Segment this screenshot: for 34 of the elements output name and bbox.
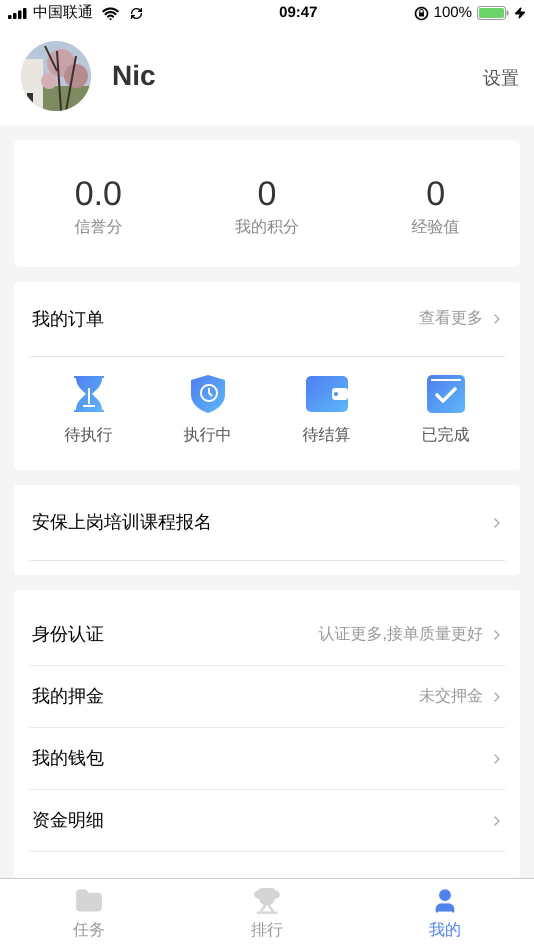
- shield-clock-icon: [190, 374, 224, 412]
- status-time: 09:47: [279, 2, 318, 23]
- order-status-button[interactable]: 待结算: [267, 357, 386, 470]
- settings-link[interactable]: 设置: [483, 65, 519, 92]
- training-row[interactable]: 安保上岗培训课程报名: [29, 485, 505, 561]
- trophy-icon: [253, 886, 281, 914]
- menu-row[interactable]: 我的钱包: [29, 728, 505, 790]
- menu-row[interactable]: 身份认证 认证更多,接单质量更好: [29, 604, 505, 666]
- section-title: 我的订单: [32, 308, 104, 330]
- battery-percent: 100%: [434, 2, 472, 23]
- stat-value: 0.0: [74, 174, 122, 214]
- order-status-button[interactable]: 执行中: [148, 357, 267, 470]
- hourglass-icon: [72, 376, 104, 412]
- folder-icon: [75, 886, 103, 914]
- stat-label: 信誉分: [74, 218, 122, 238]
- rotation-lock-icon: [414, 6, 429, 20]
- menu-row[interactable]: 我的押金 未交押金: [29, 666, 505, 728]
- checked-calendar-icon: [426, 374, 464, 412]
- stat-label: 经验值: [412, 218, 460, 238]
- order-status-button[interactable]: 待执行: [29, 357, 148, 470]
- stat-value: 0: [258, 174, 276, 214]
- wallet-icon: [306, 376, 348, 412]
- wifi-icon: [102, 4, 119, 22]
- signal-icon: [8, 8, 28, 18]
- carrier-name: 中国联通: [33, 2, 93, 23]
- stat-label: 我的积分: [234, 218, 299, 238]
- order-status-button[interactable]: 已完成: [386, 357, 505, 470]
- tab-bar-item[interactable]: 我的: [356, 879, 534, 950]
- user-name: Nic: [112, 58, 157, 92]
- battery-icon: [477, 6, 509, 20]
- charging-icon: [514, 7, 526, 19]
- sync-icon: [130, 6, 143, 20]
- stat-value: 0: [426, 174, 446, 214]
- menu-row[interactable]: 资金明细: [29, 790, 505, 852]
